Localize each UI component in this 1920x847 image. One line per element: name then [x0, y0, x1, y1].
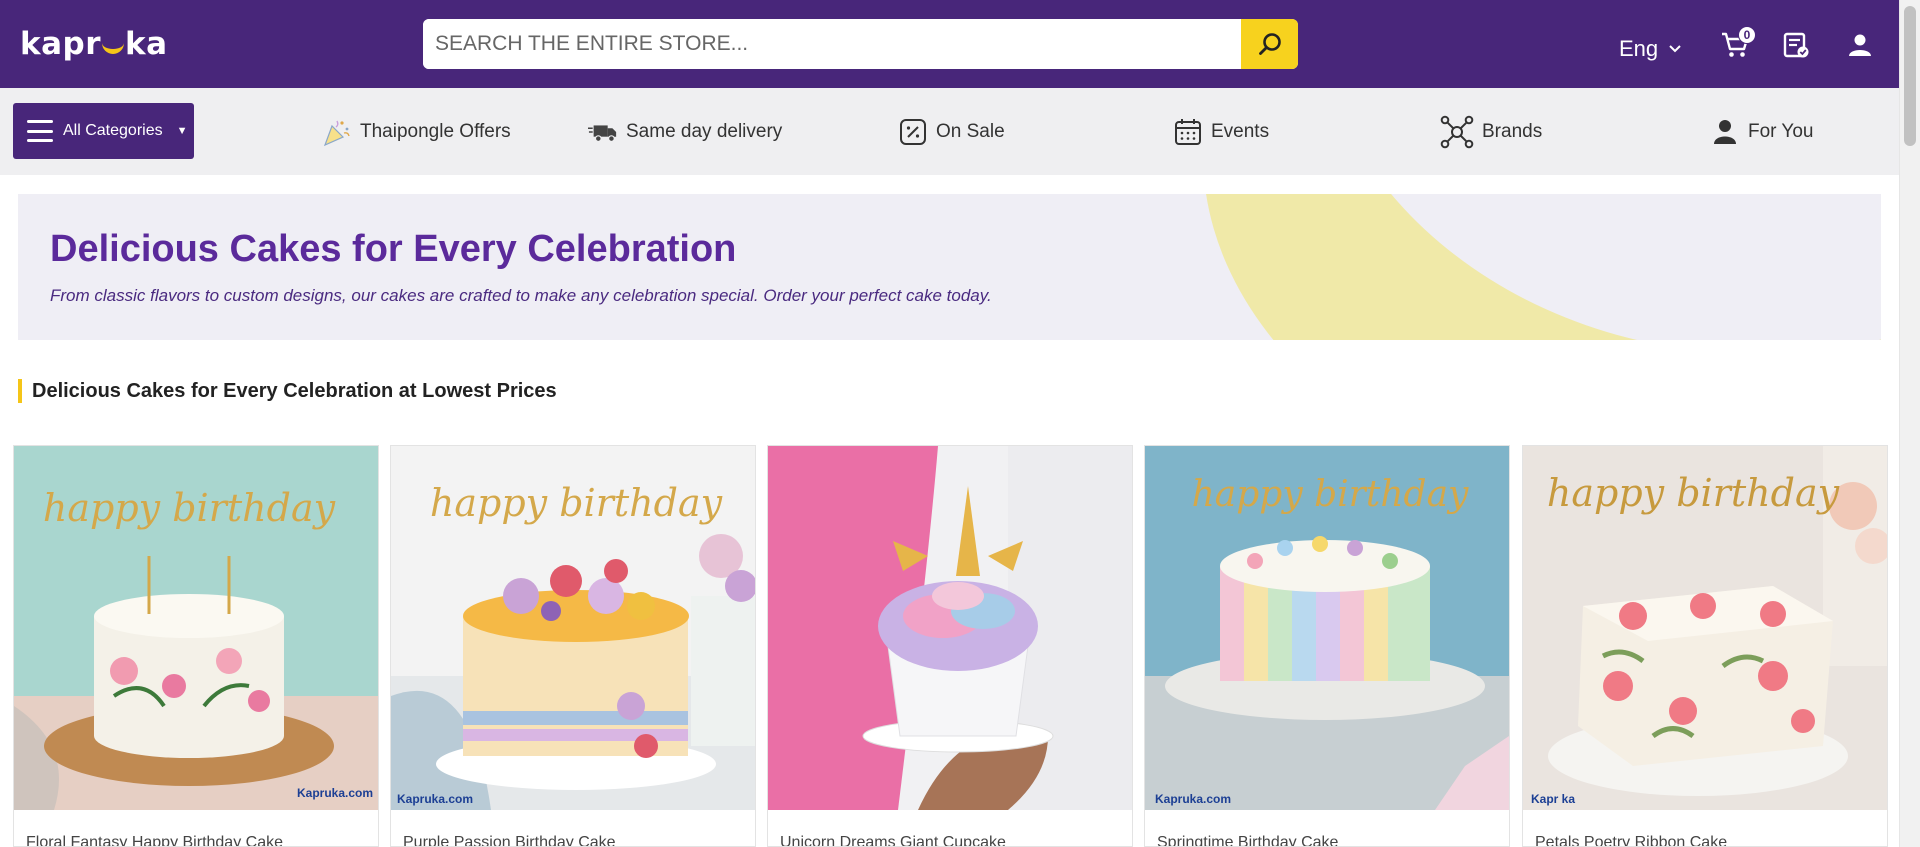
cake-topper-text: happy birthday: [43, 486, 336, 530]
logo-smile-icon: [102, 42, 125, 54]
nav-label: On Sale: [936, 120, 1005, 142]
calendar-icon: [1175, 118, 1201, 145]
category-nav: All Categories ▼ Thaipongle Offers Same …: [0, 88, 1899, 175]
nav-thaipongle-offers[interactable]: Thaipongle Offers: [322, 88, 511, 175]
search-button[interactable]: [1241, 19, 1298, 69]
top-header: kaprka Eng 0: [0, 0, 1899, 88]
person-icon: [1714, 119, 1736, 144]
language-selector[interactable]: Eng: [1619, 36, 1682, 62]
nav-label: Brands: [1482, 120, 1543, 142]
product-name[interactable]: Unicorn Dreams Giant Cupcake: [780, 834, 1006, 846]
chevron-down-icon: [1669, 45, 1681, 53]
product-image[interactable]: happy birthday Kapr ka: [1523, 446, 1887, 810]
logo-text-end: ka: [125, 26, 168, 62]
kapruka-logo[interactable]: kapr ka: [20, 26, 168, 62]
product-card[interactable]: happy birthday Kapr ka Petals Poetry Rib…: [1522, 445, 1888, 847]
network-icon: [1440, 115, 1474, 148]
orders-button[interactable]: [1781, 30, 1811, 60]
nav-brands[interactable]: Brands: [1440, 88, 1542, 175]
scrollbar-thumb[interactable]: [1904, 6, 1916, 146]
product-image[interactable]: [768, 446, 1132, 810]
product-name[interactable]: Floral Fantasy Happy Birthday Cake: [26, 834, 283, 846]
watermark: Kapruka.com: [1155, 792, 1232, 806]
product-card[interactable]: Unicorn Dreams Giant Cupcake: [767, 445, 1133, 847]
hamburger-icon: [27, 120, 53, 142]
search-icon: [1258, 33, 1281, 55]
order-list-icon: [1783, 32, 1809, 58]
product-card[interactable]: happy birthday Kapruka.com Floral Fantas…: [13, 445, 379, 847]
nav-events[interactable]: Events: [1173, 88, 1269, 175]
product-name[interactable]: Purple Passion Birthday Cake: [403, 834, 616, 846]
product-name[interactable]: Petals Poetry Ribbon Cake: [1535, 834, 1727, 846]
product-card[interactable]: happy birthday Kapruka.com Springtime Bi…: [1144, 445, 1510, 847]
product-image[interactable]: happy birthday Kapruka.com: [14, 446, 378, 810]
logo-text-start: kapr: [20, 26, 102, 62]
language-label: Eng: [1619, 36, 1659, 61]
account-button[interactable]: [1845, 30, 1875, 60]
user-icon: [1849, 34, 1871, 56]
nav-label: Same day delivery: [626, 120, 783, 142]
cake-topper-text: happy birthday: [1192, 474, 1469, 515]
nav-label: Events: [1211, 120, 1270, 142]
product-image[interactable]: happy birthday Kapruka.com: [391, 446, 755, 810]
all-categories-button[interactable]: All Categories ▼: [13, 103, 194, 159]
cart-count-badge: 0: [1738, 26, 1756, 44]
banner-subtitle: From classic flavors to custom designs, …: [50, 286, 992, 305]
cake-topper-text: happy birthday: [1547, 471, 1840, 515]
nav-on-sale[interactable]: On Sale: [898, 88, 1005, 175]
nav-label: Thaipongle Offers: [360, 120, 511, 142]
page-title: Delicious Cakes for Every Celebration: [50, 228, 737, 270]
search-input[interactable]: [423, 19, 1240, 69]
watermark: Kapruka.com: [297, 786, 374, 800]
nav-for-you[interactable]: For You: [1710, 88, 1814, 175]
nav-label: For You: [1748, 120, 1814, 142]
all-categories-label: All Categories: [63, 122, 163, 139]
search-bar: [423, 19, 1298, 69]
product-image[interactable]: happy birthday Kapruka.com: [1145, 446, 1509, 810]
watermark: Kapr ka: [1531, 792, 1576, 806]
caret-down-icon: ▼: [176, 125, 188, 137]
truck-icon: [588, 124, 617, 142]
product-name[interactable]: Springtime Birthday Cake: [1157, 834, 1338, 846]
nav-same-day-delivery[interactable]: Same day delivery: [588, 88, 782, 175]
page-scrollbar[interactable]: [1899, 0, 1920, 847]
product-card[interactable]: happy birthday Kapruka.com Purple Passio…: [390, 445, 756, 847]
section-heading: Delicious Cakes for Every Celebration at…: [18, 379, 557, 403]
percent-tag-icon: [900, 118, 926, 145]
cake-topper-text: happy birthday: [430, 481, 723, 525]
party-popper-icon: [323, 120, 350, 146]
category-banner: Delicious Cakes for Every Celebration Fr…: [18, 194, 1881, 340]
watermark: Kapruka.com: [397, 792, 474, 806]
